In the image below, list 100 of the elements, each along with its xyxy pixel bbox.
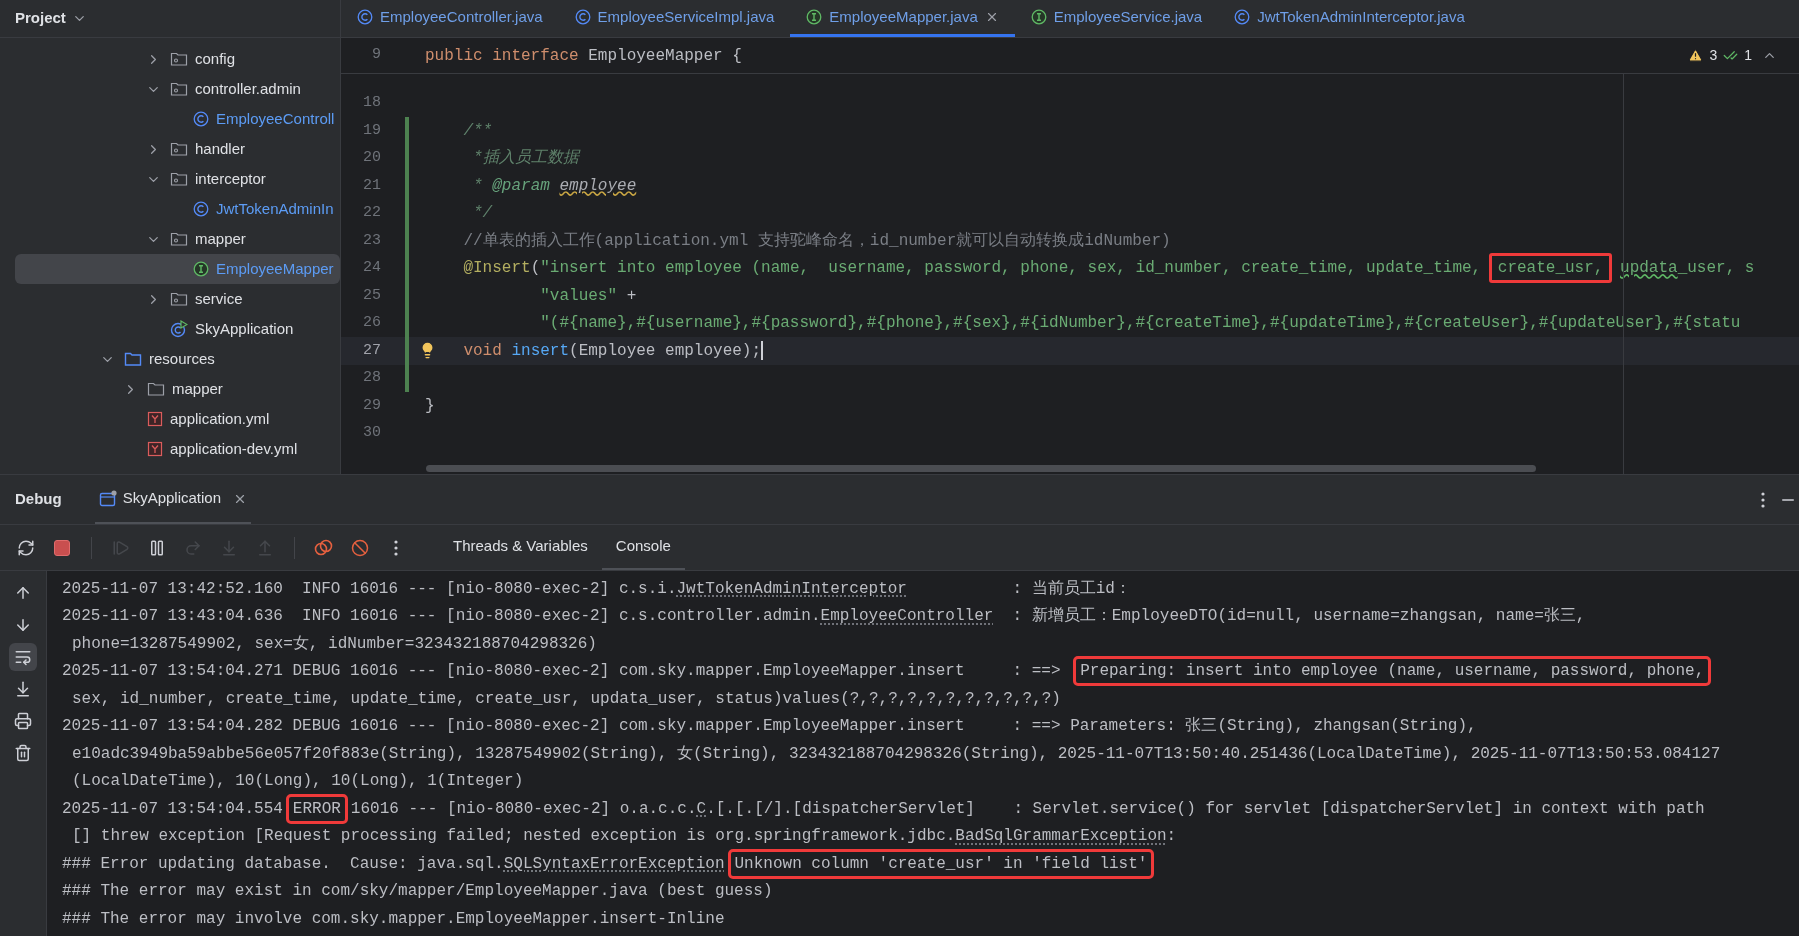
- class-link[interactable]: JwtTokenAdminInterceptor: [676, 576, 907, 601]
- code-line: }: [425, 395, 435, 417]
- step-into-icon: [220, 538, 238, 557]
- scroll-to-end-icon: [14, 680, 32, 698]
- line-number: 29: [362, 395, 381, 416]
- tree-item-label: application.yml: [170, 408, 270, 429]
- line-number: 28: [362, 368, 381, 388]
- interface-icon: [806, 9, 823, 25]
- code-line: *插入员工数据: [472, 148, 579, 170]
- rerun-icon: [17, 538, 35, 557]
- more-icon[interactable]: [1761, 491, 1765, 508]
- tree-item[interactable]: mapper: [0, 374, 340, 404]
- more-icon: [394, 539, 398, 556]
- tree-item-label: interceptor: [195, 168, 266, 189]
- line-number: 25: [362, 285, 381, 306]
- log-line: ### The error may exist in com/sky/mapper/EmployeeMapper.java (best guess): [62, 881, 773, 903]
- editor-tab[interactable]: EmployeeController.java: [341, 0, 559, 37]
- log-line: ### Error updating database. Cause: java.sql.SQLSyntaxErrorException Unknown column 'create_usr' in 'field list': [62, 850, 1158, 878]
- code-line: "values" +: [539, 285, 637, 307]
- log-line: [] threw exception [Request processing failed; nested exception is org.springframework.jdbc.BadSqlGrammarException:: [62, 822, 1177, 850]
- tree-item[interactable]: config: [0, 44, 340, 74]
- line-number: 18: [362, 93, 381, 113]
- step-out-icon: [256, 538, 274, 557]
- tree-item[interactable]: resources: [0, 344, 340, 374]
- log-line: sex, id_number, create_time, update_time, create_usr, updata_user, status)values(?,?,?,?,?,?,?,?,?,?,?): [71, 688, 1061, 710]
- log-line: 2025-11-07 13:54:04.271 DEBUG 16016 --- [nio-8080-exec-2] com.sky.mapper.EmployeeMapper.insert : ==> Preparing: insert into employee (name, username, password, phone,: [62, 657, 1715, 685]
- interface-icon: [193, 261, 209, 277]
- line-number: 22: [362, 203, 381, 223]
- line-number: 24: [362, 258, 381, 278]
- tree-item[interactable]: controller.admin: [0, 74, 340, 104]
- tree-item[interactable]: interceptor: [0, 164, 340, 194]
- class-link[interactable]: SQLSyntaxErrorException: [503, 851, 725, 876]
- tree-item-label: mapper: [172, 378, 223, 399]
- tree-item-label: resources: [149, 348, 215, 369]
- resume-icon: [112, 538, 130, 557]
- class-icon: [574, 9, 591, 25]
- code-line: @Insert("insert into employee (name, username, password, phone, sex, id_number, create_time, update_time, create_usr, updata_user, s: [425, 254, 1755, 282]
- debug-tab[interactable]: Threads & Variables: [439, 525, 602, 570]
- tree-item[interactable]: JwtTokenAdminIn: [0, 194, 340, 224]
- tree-item[interactable]: service: [0, 284, 340, 314]
- code-line: //单表的插入工作(application.yml 支持驼峰命名，id_number就可以自动转换成idNumber): [462, 230, 1171, 252]
- code-line: */: [472, 203, 493, 225]
- passed-count[interactable]: 1: [1744, 45, 1752, 66]
- session-tab[interactable]: SkyApplication: [94, 475, 252, 524]
- app-window-icon: [98, 489, 117, 508]
- tree-item[interactable]: EmployeeControll: [0, 104, 340, 134]
- tab-label: JwtTokenAdminInterceptor.java: [1257, 6, 1465, 27]
- tree-item-label: controller.admin: [195, 78, 301, 99]
- editor-tab[interactable]: EmployeeServiceImpl.java: [558, 0, 791, 37]
- package-folder-icon: [170, 291, 188, 307]
- tab-label: EmployeeMapper.java: [829, 6, 978, 27]
- warning-icon[interactable]: [1688, 48, 1704, 63]
- log-line: 2025-11-07 13:54:04.554 ERROR 16016 --- [nio-8080-exec-2] o.a.c.c.C.[.[.[/].[dispatcherServlet] : Servlet.service() for servlet [dispatcherServlet] in context with path: [62, 795, 1705, 823]
- soft-wrap-icon: [14, 648, 32, 666]
- package-folder-icon: [170, 141, 188, 157]
- line-number: 27: [362, 340, 381, 361]
- tree-item[interactable]: application-dev.yml: [0, 434, 340, 464]
- line-number: 26: [362, 313, 381, 333]
- package-folder-icon: [170, 51, 188, 67]
- trash-icon: [14, 744, 32, 762]
- line-number: 20: [362, 148, 381, 168]
- breakpoints-icon: [314, 538, 334, 557]
- tree-item-label: application-dev.yml: [170, 438, 298, 459]
- panel-title[interactable]: Project: [15, 7, 66, 30]
- tree-item-label: EmployeeControll: [216, 108, 335, 129]
- session-tab-label: SkyApplication: [122, 488, 222, 509]
- warning-count[interactable]: 3: [1709, 45, 1718, 66]
- editor-tab[interactable]: JwtTokenAdminInterceptor.java: [1218, 0, 1481, 37]
- panel-title: Debug: [15, 489, 62, 510]
- soft-wrap-button[interactable]: [9, 643, 37, 671]
- class-link[interactable]: EmployeeController: [820, 604, 994, 629]
- log-line: (LocalDateTime), 10(Long), 10(Long), 1(Integer): [71, 771, 524, 793]
- pause-icon: [148, 538, 166, 557]
- tree-item[interactable]: SkyApplication: [0, 314, 340, 344]
- folder-icon: [147, 381, 165, 397]
- tab-label: EmployeeServiceImpl.java: [597, 6, 775, 27]
- line-number: 9: [371, 45, 381, 66]
- class-icon: [193, 201, 209, 217]
- tree-item[interactable]: mapper: [0, 224, 340, 254]
- tree-item[interactable]: application.yml: [0, 404, 340, 434]
- class-icon: [357, 9, 373, 25]
- class-link[interactable]: C: [696, 796, 707, 821]
- horizontal-scrollbar[interactable]: [426, 465, 1536, 472]
- code-line: "(#{name},#{username},#{password},#{phone},#{sex},#{idNumber},#{createTime},#{updateTime},#{createUser},#{updateUser},#{statu: [539, 313, 1741, 335]
- tree-item[interactable]: handler: [0, 134, 340, 164]
- class-link[interactable]: BadSqlGrammarException: [955, 824, 1167, 849]
- package-folder-icon: [170, 231, 188, 247]
- line-number: 30: [362, 423, 381, 443]
- tree-item-label: config: [195, 48, 236, 69]
- editor-tab[interactable]: EmployeeService.java: [1014, 0, 1219, 37]
- stop-icon: [54, 539, 70, 556]
- code-line: /**: [462, 120, 493, 142]
- line-number: 23: [362, 230, 381, 251]
- yaml-file-icon: [147, 411, 163, 427]
- line-number: 21: [362, 175, 381, 196]
- package-folder-icon: [170, 81, 188, 97]
- code-line: * @param employee: [472, 175, 637, 197]
- tab-label: EmployeeService.java: [1053, 6, 1203, 27]
- tree-item-label: JwtTokenAdminIn: [216, 198, 334, 219]
- log-line: 2025-11-07 13:43:04.636 INFO 16016 --- [nio-8080-exec-2] c.s.controller.admin.EmployeeController : 新增员工：EmployeeDTO(id=null, username=zhangsan, name=张三,: [62, 602, 1586, 630]
